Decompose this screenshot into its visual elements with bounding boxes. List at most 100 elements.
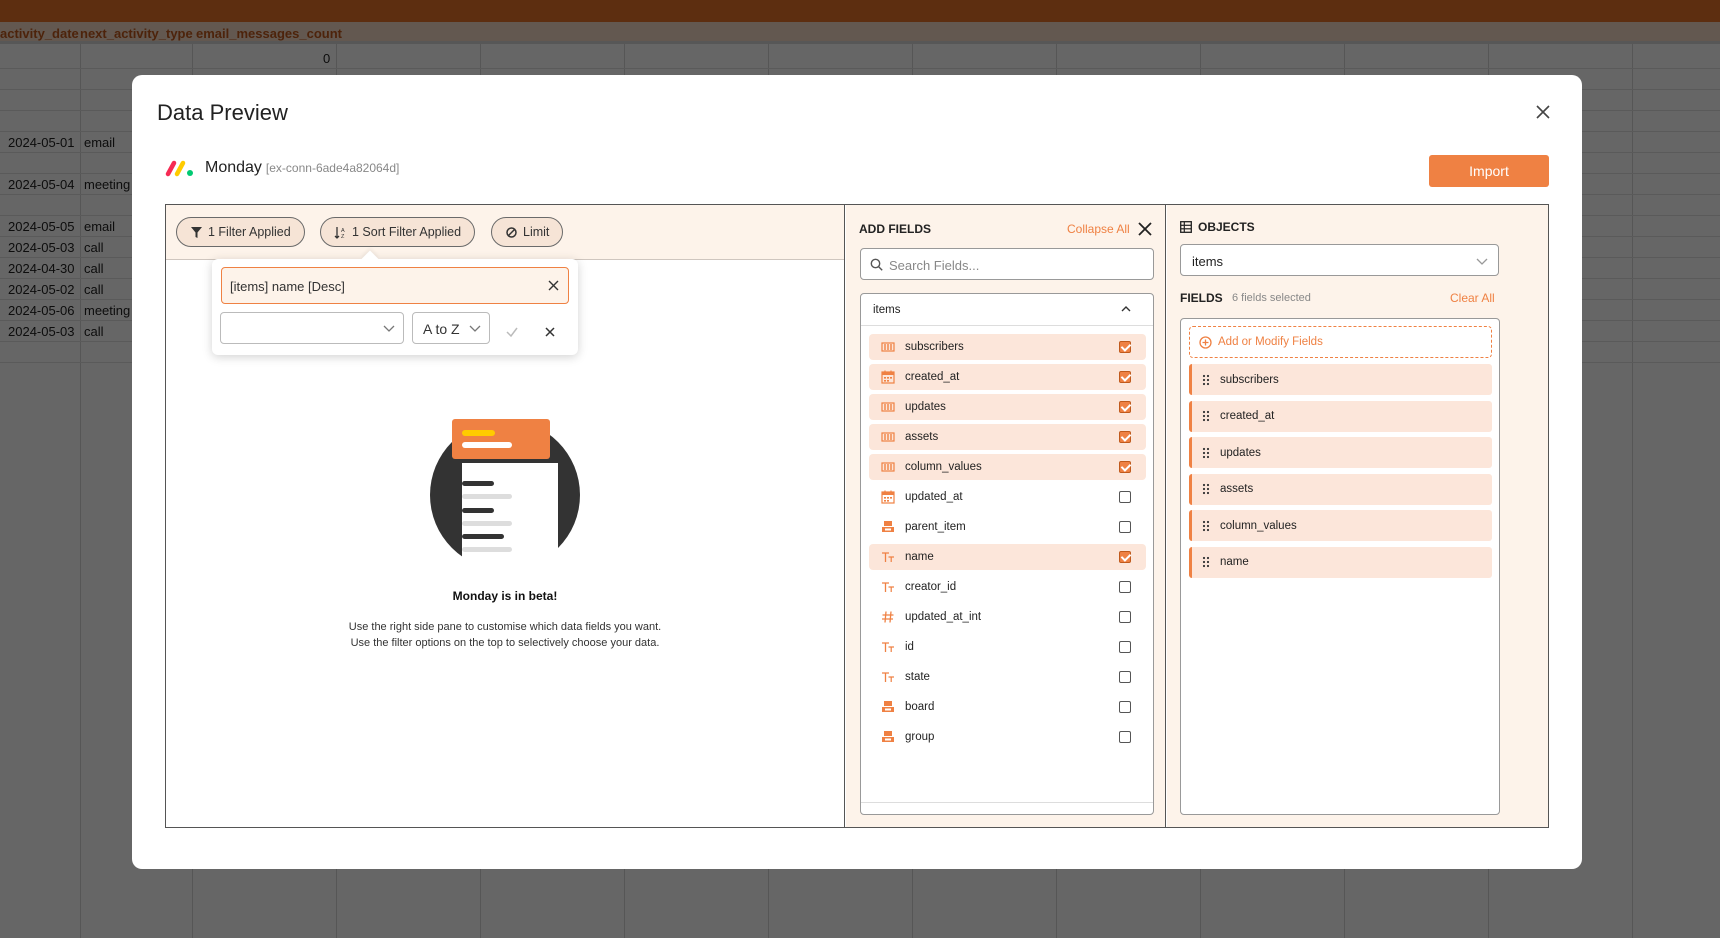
field-checkbox[interactable] [1119, 401, 1131, 413]
field-checkbox[interactable] [1119, 491, 1131, 503]
field-row-state[interactable]: state [869, 664, 1146, 690]
preview-frame: 1 Filter Applied AZ 1 Sort Filter Applie… [165, 204, 1549, 828]
selected-field-assets[interactable]: assets [1189, 473, 1492, 505]
selected-field-updates[interactable]: updates [1189, 437, 1492, 468]
filter-toolbar: 1 Filter Applied AZ 1 Sort Filter Applie… [166, 205, 844, 260]
import-button[interactable]: Import [1429, 155, 1549, 187]
field-row-creator-id[interactable]: creator_id [869, 574, 1146, 600]
table-icon [1180, 221, 1192, 233]
field-row-column-values[interactable]: column_values [869, 454, 1146, 480]
field-checkbox[interactable] [1119, 551, 1131, 563]
field-row-parent-item[interactable]: parent_item [869, 514, 1146, 540]
selected-field-label: subscribers [1220, 373, 1279, 386]
limit-pill[interactable]: Limit [491, 217, 564, 247]
field-label: updates [905, 401, 946, 413]
drag-handle-icon[interactable] [1202, 410, 1210, 422]
drag-handle-icon[interactable] [1202, 520, 1210, 532]
chevron-down-icon [469, 325, 481, 332]
field-label: board [905, 701, 935, 713]
cancel-x-icon[interactable] [543, 325, 557, 339]
text-icon [881, 580, 895, 594]
limit-pill-label: Limit [523, 225, 550, 239]
add-fields-title: ADD FIELDS [859, 222, 931, 236]
fields-header: FIELDS [1180, 291, 1223, 305]
remove-sort-icon[interactable] [547, 279, 560, 292]
field-checkbox[interactable] [1119, 521, 1131, 533]
add-modify-fields-button[interactable]: Add or Modify Fields [1189, 326, 1492, 358]
search-icon [870, 258, 883, 271]
connection-id: [ex-conn-6ade4a82064d] [265, 161, 400, 175]
field-checkbox[interactable] [1119, 701, 1131, 713]
field-checkbox[interactable] [1119, 731, 1131, 743]
field-checkbox[interactable] [1119, 341, 1131, 353]
monday-logo-icon [165, 160, 193, 177]
field-row-assets[interactable]: assets [869, 424, 1146, 450]
search-input[interactable] [889, 255, 1145, 275]
sort-field-select[interactable] [220, 312, 404, 344]
sort-icon: AZ [334, 226, 347, 239]
field-row-updates[interactable]: updates [869, 394, 1146, 420]
field-checkbox[interactable] [1119, 371, 1131, 383]
selected-field-name[interactable]: name [1189, 546, 1492, 578]
object-select[interactable]: items [1180, 244, 1499, 276]
collapse-all-link[interactable]: Collapse All [1067, 222, 1130, 236]
field-row-board[interactable]: board [869, 694, 1146, 720]
connection-info: Monday [ex-conn-6ade4a82064d] [165, 158, 399, 178]
field-checkbox[interactable] [1119, 641, 1131, 653]
drag-handle-icon[interactable] [1202, 556, 1210, 568]
field-label: column_values [905, 461, 982, 473]
filter-pill[interactable]: 1 Filter Applied [176, 217, 305, 247]
object-icon [881, 730, 895, 744]
field-row-id[interactable]: id [869, 634, 1146, 660]
field-label: assets [905, 431, 939, 443]
drag-handle-icon[interactable] [1202, 447, 1210, 459]
sort-order-select[interactable]: A to Z [412, 312, 490, 344]
field-label: group [905, 731, 935, 743]
field-row-created-at[interactable]: created_at [869, 364, 1146, 390]
object-icon [881, 700, 895, 714]
data-preview-modal: Data Preview Monday [ex-conn-6ade4a82064… [132, 75, 1582, 869]
selected-fields-list: Add or Modify Fields subscribers created_… [1180, 318, 1500, 815]
selected-field-label: created_at [1220, 410, 1275, 422]
sort-popover: [items] name [Desc] A to Z [212, 250, 578, 355]
calendar-icon [881, 370, 895, 384]
search-field-box[interactable] [860, 248, 1154, 280]
field-label: creator_id [905, 581, 957, 593]
confirm-check-icon[interactable] [505, 325, 519, 339]
plus-circle-icon [1199, 335, 1212, 349]
field-row-subscribers[interactable]: subscribers [869, 334, 1146, 360]
field-checkbox[interactable] [1119, 431, 1131, 443]
object-icon [881, 520, 895, 534]
field-label: subscribers [905, 341, 964, 353]
close-icon[interactable] [1137, 221, 1153, 237]
chevron-down-icon [383, 325, 395, 332]
selected-field-label: column_values [1220, 519, 1297, 532]
selected-field-subscribers[interactable]: subscribers [1189, 364, 1492, 395]
chevron-down-icon [1476, 258, 1488, 265]
sort-rule-chip[interactable]: [items] name [Desc] [221, 267, 569, 304]
text-icon [881, 670, 895, 684]
filter-pill-label: 1 Filter Applied [208, 225, 291, 239]
drag-handle-icon[interactable] [1202, 374, 1210, 386]
drag-handle-icon[interactable] [1202, 483, 1210, 495]
field-checkbox[interactable] [1119, 611, 1131, 623]
list-icon [881, 460, 895, 474]
field-group-header[interactable]: items [861, 294, 1153, 326]
close-icon[interactable] [1534, 103, 1552, 121]
beta-title: Monday is in beta! [452, 589, 558, 603]
field-checkbox[interactable] [1119, 581, 1131, 593]
field-label: parent_item [905, 521, 966, 533]
selected-field-column-values[interactable]: column_values [1189, 510, 1492, 541]
field-row-updated-at[interactable]: updated_at [869, 484, 1146, 510]
field-checkbox[interactable] [1119, 671, 1131, 683]
field-row-name[interactable]: name [869, 544, 1146, 570]
list-icon [881, 340, 895, 354]
hash-icon [881, 610, 895, 624]
add-fields-pane: ADD FIELDS Collapse All items subscriber… [846, 205, 1166, 827]
clear-all-link[interactable]: Clear All [1450, 291, 1495, 305]
field-row-updated-at-int[interactable]: updated_at_int [869, 604, 1146, 630]
field-checkbox[interactable] [1119, 461, 1131, 473]
sort-pill[interactable]: AZ 1 Sort Filter Applied [320, 217, 476, 247]
field-row-group[interactable]: group [869, 724, 1146, 750]
selected-field-created-at[interactable]: created_at [1189, 400, 1492, 432]
